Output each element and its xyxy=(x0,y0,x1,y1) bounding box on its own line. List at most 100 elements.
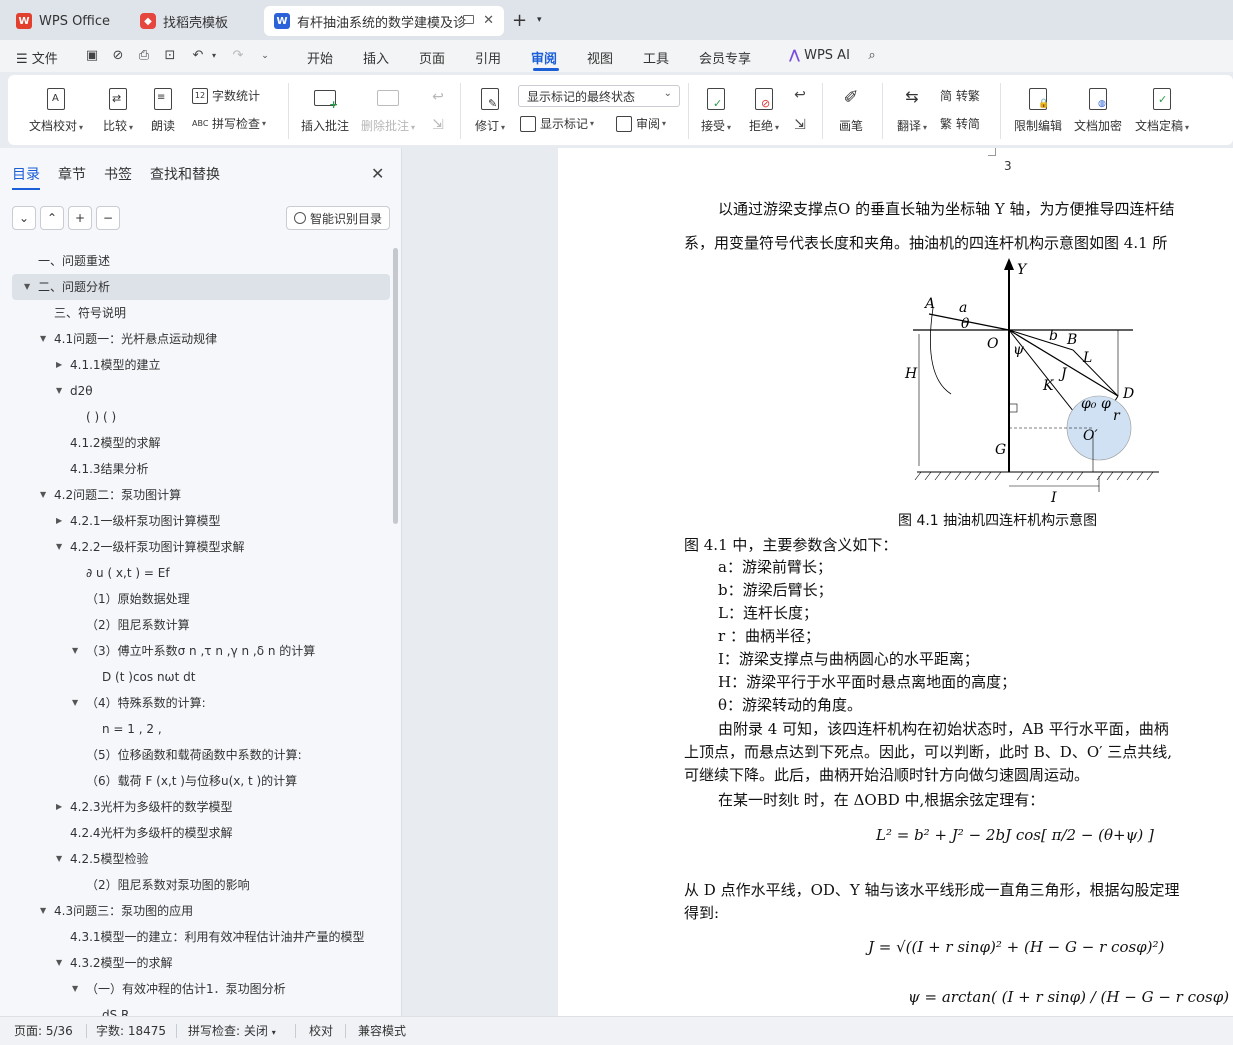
expanded-arrow-icon[interactable]: ▼ xyxy=(40,326,46,352)
wps-ai-button[interactable]: ⋀ WPS AI xyxy=(789,48,850,63)
expanded-arrow-icon[interactable]: ▼ xyxy=(24,274,30,300)
revise-button[interactable]: ✎ 修订 ▾ xyxy=(470,75,510,134)
toc-item[interactable]: ▼ 4.1问题一：光杆悬点运动规律 xyxy=(12,326,390,352)
collapsed-arrow-icon[interactable]: ▶ xyxy=(56,508,62,534)
tab-toc[interactable]: 目录 xyxy=(12,164,40,184)
insert-comment-button[interactable]: + 插入批注 xyxy=(300,75,350,134)
print-icon[interactable]: ⎙ xyxy=(136,48,152,64)
translate-button[interactable]: ⇆ 翻译 ▾ xyxy=(892,75,932,134)
toc-item[interactable]: （6）载荷 F (x,t )与位移u(x, t )的计算 xyxy=(12,768,390,794)
toc-item[interactable]: dS R xyxy=(12,1002,390,1016)
compare-button[interactable]: ⇄ 比较 ▾ xyxy=(96,75,140,134)
encrypt-doc-button[interactable]: ◍ 文档加密 xyxy=(1072,75,1124,134)
menu-insert[interactable]: 插入 xyxy=(363,48,389,67)
toc-item[interactable]: ∂ u ( x,t ) = Ef xyxy=(12,560,390,586)
collapsed-arrow-icon[interactable]: ▶ xyxy=(56,352,62,378)
collapse-all-button[interactable]: ⌄ xyxy=(12,206,36,230)
expanded-arrow-icon[interactable]: ▼ xyxy=(40,898,46,924)
document-canvas[interactable]: 3 以通过游梁支撑点O 的垂直长轴为坐标轴 Y 轴，为方便推导四连杆结 系，用变… xyxy=(403,148,1233,1016)
undo-dropdown-icon[interactable]: ▾ xyxy=(206,48,222,64)
toc-item[interactable]: 三、符号说明 xyxy=(12,300,390,326)
proof-status[interactable]: 校对 xyxy=(309,1022,333,1039)
menu-review[interactable]: 审阅 xyxy=(531,48,557,67)
restrict-edit-button[interactable]: 🔒 限制编辑 xyxy=(1012,75,1064,134)
accept-button[interactable]: ✓ 接受 ▾ xyxy=(696,75,736,134)
toc-item[interactable]: ▼ 二、问题分析 xyxy=(12,274,390,300)
expanded-arrow-icon[interactable]: ▼ xyxy=(56,950,62,976)
tab-chapters[interactable]: 章节 xyxy=(58,164,86,184)
tab-bookmarks[interactable]: 书签 xyxy=(104,164,132,184)
simp-to-trad-button[interactable]: 简 转繁 xyxy=(940,87,980,104)
expand-up-button[interactable]: ⌃ xyxy=(40,206,64,230)
undo-icon[interactable]: ↶ xyxy=(190,48,206,64)
toc-item[interactable]: n = 1 , 2 , xyxy=(12,716,390,742)
word-count-indicator[interactable]: 字数: 18475 xyxy=(96,1022,166,1039)
expanded-arrow-icon[interactable]: ▼ xyxy=(72,690,78,716)
word-count-button[interactable]: 12 字数统计 xyxy=(192,87,260,104)
tab-docer[interactable]: ◆ 找稻壳模板 xyxy=(130,6,258,36)
close-panel-icon[interactable]: ✕ xyxy=(371,164,384,183)
toc-item[interactable]: 4.2.4光杆为多级杆的模型求解 xyxy=(12,820,390,846)
menu-reference[interactable]: 引用 xyxy=(475,48,501,67)
toc-item[interactable]: （2）阻尼系数计算 xyxy=(12,612,390,638)
reject-button[interactable]: ⊘ 拒绝 ▾ xyxy=(744,75,784,134)
toc-item[interactable]: （1）原始数据处理 xyxy=(12,586,390,612)
next-comment-icon[interactable]: ⇲ xyxy=(430,117,446,133)
read-aloud-button[interactable]: ≡ 朗读 xyxy=(148,75,178,134)
expanded-arrow-icon[interactable]: ▼ xyxy=(56,378,62,404)
menu-view[interactable]: 视图 xyxy=(587,48,613,67)
save-icon[interactable]: ▣ xyxy=(84,48,100,64)
trad-to-simp-button[interactable]: 繁 转简 xyxy=(940,115,980,132)
toc-item[interactable]: 4.1.3结果分析 xyxy=(12,456,390,482)
menu-page[interactable]: 页面 xyxy=(419,48,445,67)
menu-start[interactable]: 开始 xyxy=(307,48,333,67)
expanded-arrow-icon[interactable]: ▼ xyxy=(56,534,62,560)
collapsed-arrow-icon[interactable]: ▶ xyxy=(56,794,62,820)
review-pane-button[interactable]: 审阅 ▾ xyxy=(616,115,666,132)
tab-find-replace[interactable]: 查找和替换 xyxy=(150,164,220,184)
print-preview-icon[interactable]: ⊡ xyxy=(162,48,178,64)
toc-scrollbar[interactable] xyxy=(393,248,398,524)
toc-item[interactable]: ▼ 4.3问题三：泵功图的应用 xyxy=(12,898,390,924)
quick-access-chevron-icon[interactable]: ⌄ xyxy=(257,48,273,64)
toc-item[interactable]: 4.3.1模型一的建立：利用有效冲程估计油井产量的模型 xyxy=(12,924,390,950)
file-menu[interactable]: ☰ 文件 xyxy=(16,48,58,67)
tab-current-document[interactable]: W 有杆抽油系统的数学建模及诊断 ✕ xyxy=(264,6,504,36)
search-icon[interactable]: ⌕ xyxy=(864,48,880,64)
previous-change-icon[interactable]: ↩ xyxy=(792,87,808,103)
toc-item[interactable]: （2）阻尼系数对泵功图的影响 xyxy=(12,872,390,898)
tab-wps-office[interactable]: W WPS Office xyxy=(6,6,124,36)
new-tab-plus-icon[interactable]: + xyxy=(512,10,527,31)
expanded-arrow-icon[interactable]: ▼ xyxy=(72,638,78,664)
toc-item[interactable]: ▼ 4.3.2模型一的求解 xyxy=(12,950,390,976)
toc-item[interactable]: ▶ 4.2.1一级杆泵功图计算模型 xyxy=(12,508,390,534)
add-heading-button[interactable]: + xyxy=(68,206,92,230)
next-change-icon[interactable]: ⇲ xyxy=(792,117,808,133)
proofread-button[interactable]: A 文档校对 ▾ xyxy=(28,75,84,134)
toc-item[interactable]: ( ) ( ) xyxy=(12,404,390,430)
menu-tools[interactable]: 工具 xyxy=(643,48,669,67)
spell-check-button[interactable]: ABC 拼写检查 ▾ xyxy=(192,115,266,132)
toc-item[interactable]: ▶ 4.1.1模型的建立 xyxy=(12,352,390,378)
tab-list-chevron-icon[interactable]: ▾ xyxy=(537,15,542,25)
link-icon[interactable]: ⊘ xyxy=(110,48,126,64)
toc-item[interactable]: ▼ （4）特殊系数的计算: xyxy=(12,690,390,716)
toc-item[interactable]: （5）位移函数和载荷函数中系数的计算: xyxy=(12,742,390,768)
redo-icon[interactable]: ↷ xyxy=(230,48,246,64)
finalize-doc-button[interactable]: ✓ 文档定稿 ▾ xyxy=(1132,75,1192,134)
delete-comment-button[interactable]: 删除批注 ▾ xyxy=(360,75,416,134)
smart-toc-button[interactable]: 智能识别目录 xyxy=(286,206,390,230)
previous-comment-icon[interactable]: ↩ xyxy=(430,89,446,105)
toc-item[interactable]: 一、问题重述 xyxy=(12,248,390,274)
page-indicator[interactable]: 页面: 5/36 xyxy=(14,1022,73,1039)
spell-check-status[interactable]: 拼写检查: 关闭 ▾ xyxy=(188,1022,276,1039)
remove-heading-button[interactable]: − xyxy=(96,206,120,230)
monitor-icon[interactable] xyxy=(463,15,474,24)
toc-item[interactable]: ▼ 4.2.5模型检验 xyxy=(12,846,390,872)
toc-item[interactable]: ▼ 4.2问题二：泵功图计算 xyxy=(12,482,390,508)
toc-item[interactable]: 4.1.2模型的求解 xyxy=(12,430,390,456)
expanded-arrow-icon[interactable]: ▼ xyxy=(40,482,46,508)
expanded-arrow-icon[interactable]: ▼ xyxy=(72,976,78,1002)
toc-item[interactable]: ▼ （3）傅立叶系数σ n ,τ n ,γ n ,δ n 的计算 xyxy=(12,638,390,664)
toc-item[interactable]: ▼ 4.2.2一级杆泵功图计算模型求解 xyxy=(12,534,390,560)
